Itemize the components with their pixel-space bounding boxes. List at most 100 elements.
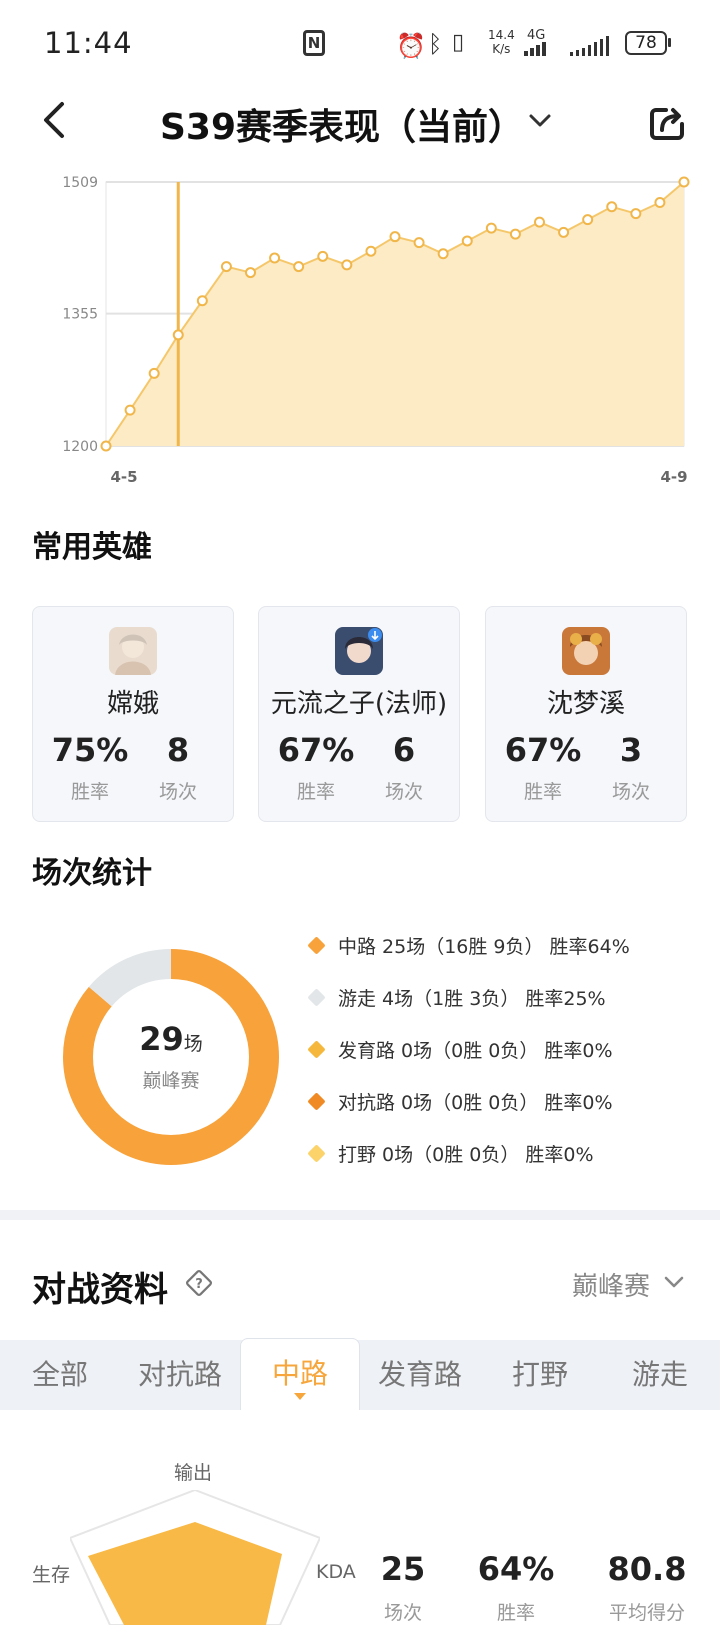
position-tab-bar: 全部 对抗路 中路 发育路 打野 游走	[0, 1338, 720, 1410]
chart-data-point[interactable]	[437, 248, 449, 260]
hero-win-rate: 67%	[277, 731, 355, 769]
donut-total-unit: 场	[183, 1033, 203, 1055]
stat-avg-score-label: 平均得分	[608, 1602, 685, 1624]
stat-win-rate-label: 胜率	[496, 1602, 535, 1624]
tab-mid-lane[interactable]: 中路	[240, 1338, 360, 1410]
legend-marker	[307, 1144, 326, 1163]
chart-data-point[interactable]	[293, 261, 305, 273]
chart-data-point[interactable]	[534, 216, 545, 228]
tab-farm-lane[interactable]: 发育路	[360, 1340, 480, 1410]
chevron-down-icon[interactable]	[664, 1275, 684, 1289]
legend-text: 发育路 0场（0胜 0负） 胜率0%	[338, 1040, 613, 1062]
chart-data-point[interactable]	[630, 208, 642, 220]
hero-avatar	[335, 627, 383, 675]
chart-x-tick-label: 4-5	[110, 468, 137, 486]
chart-y-tick-label: 1200	[62, 439, 98, 455]
donut-total-value: 29	[139, 1020, 184, 1058]
chart-data-point[interactable]	[365, 245, 377, 257]
radar-chart	[70, 1490, 320, 1625]
chart-x-tick-label: 4-9	[660, 468, 687, 486]
battery-icon: 78	[625, 31, 667, 55]
chart-data-point[interactable]	[148, 367, 160, 379]
stat-win-rate-value: 64%	[477, 1550, 555, 1588]
hero-avatar	[562, 627, 610, 675]
tab-jungle[interactable]: 打野	[480, 1340, 600, 1410]
radar-label-output: 输出	[174, 1462, 213, 1484]
chart-data-point[interactable]	[317, 250, 329, 262]
match-stats-title: 场次统计	[32, 856, 152, 891]
chart-data-point[interactable]	[100, 440, 112, 452]
chart-data-point[interactable]	[220, 261, 232, 273]
section-divider	[0, 1210, 720, 1220]
hero-win-rate-label: 胜率	[523, 781, 562, 803]
stat-games-value: 25	[380, 1550, 426, 1588]
donut-mode: 巅峰赛	[142, 1070, 200, 1092]
signal-icon-2	[570, 36, 614, 56]
hero-games-label: 场次	[158, 781, 197, 803]
hero-name: 嫦娥	[106, 689, 159, 719]
hero-win-rate: 67%	[504, 731, 582, 769]
legend-text: 对抗路 0场（0胜 0负） 胜率0%	[338, 1092, 613, 1114]
back-icon[interactable]	[36, 100, 76, 140]
tab-mid-lane-label: 中路	[271, 1357, 328, 1390]
legend-text: 打野 0场（0胜 0负） 胜率0%	[338, 1144, 594, 1166]
nfc-icon: N	[303, 30, 325, 56]
tab-all[interactable]: 全部	[0, 1340, 120, 1410]
status-time: 11:44	[44, 26, 133, 60]
chart-data-point[interactable]	[485, 222, 497, 234]
legend-marker	[307, 1092, 326, 1111]
hero-card[interactable]: 沈梦溪 67% 3 胜率 场次	[485, 606, 687, 822]
legend-text: 游走 4场（1胜 3负） 胜率25%	[338, 988, 606, 1010]
tab-roam[interactable]: 游走	[600, 1340, 720, 1410]
hero-games-label: 场次	[611, 781, 650, 803]
chart-data-point[interactable]	[196, 295, 208, 307]
stat-avg-score-value: 80.8	[607, 1550, 687, 1588]
hero-games: 8	[166, 731, 190, 769]
hero-avatar	[109, 627, 157, 675]
chart-data-point[interactable]	[245, 267, 256, 279]
legend-marker	[307, 936, 326, 955]
chart-data-point[interactable]	[678, 176, 690, 188]
chart-data-point[interactable]	[413, 237, 425, 249]
hero-name: 沈梦溪	[546, 689, 625, 719]
hero-win-rate: 75%	[51, 731, 129, 769]
chevron-down-icon[interactable]	[528, 112, 552, 130]
chart-y-tick-label: 1355	[62, 307, 98, 323]
hero-games-label: 场次	[384, 781, 423, 803]
tab-clash-lane[interactable]: 对抗路	[120, 1340, 240, 1410]
chart-data-point[interactable]	[341, 259, 353, 271]
share-icon[interactable]	[648, 104, 686, 142]
vibrate-icon: ▯	[452, 30, 465, 55]
chart-data-point[interactable]	[509, 228, 521, 240]
hero-card[interactable]: 嫦娥 75% 8 胜率 场次	[32, 606, 234, 822]
legend-marker	[307, 1040, 326, 1059]
chart-data-point[interactable]	[389, 231, 401, 243]
hero-games: 6	[392, 731, 416, 769]
caret-down-icon	[294, 1393, 306, 1400]
season-rating-chart: 1509 1355 1200 4-5 4-9	[62, 175, 690, 486]
chart-y-tick-label: 1509	[62, 175, 98, 191]
chart-data-point[interactable]	[582, 214, 594, 226]
hero-games: 3	[619, 731, 643, 769]
hero-card[interactable]: 元流之子(法师) 67% 6 胜率 场次	[258, 606, 460, 822]
chart-data-point[interactable]	[606, 201, 618, 213]
hero-win-rate-label: 胜率	[70, 781, 109, 803]
chart-data-point[interactable]	[269, 252, 281, 264]
mode-select[interactable]: 巅峰赛	[572, 1266, 650, 1303]
battery-tip	[668, 38, 671, 47]
chart-data-point[interactable]	[461, 235, 473, 247]
common-heroes-title: 常用英雄	[32, 530, 152, 565]
chart-data-point[interactable]	[558, 226, 570, 238]
network-type: 4G	[527, 28, 546, 43]
svg-text:?: ?	[195, 1277, 203, 1292]
chart-data-point[interactable]	[654, 197, 666, 209]
chart-data-point[interactable]	[172, 329, 184, 341]
donut-total: 29场	[62, 1020, 280, 1058]
chart-data-point[interactable]	[124, 404, 136, 416]
help-icon[interactable]: ?	[184, 1268, 214, 1298]
legend-marker	[307, 988, 326, 1007]
page-title[interactable]: S39赛季表现（当前）	[160, 98, 524, 150]
network-speed-value: 14.4	[488, 28, 515, 42]
stat-games-label: 场次	[383, 1602, 422, 1624]
hero-name: 元流之子(法师)	[270, 689, 448, 719]
